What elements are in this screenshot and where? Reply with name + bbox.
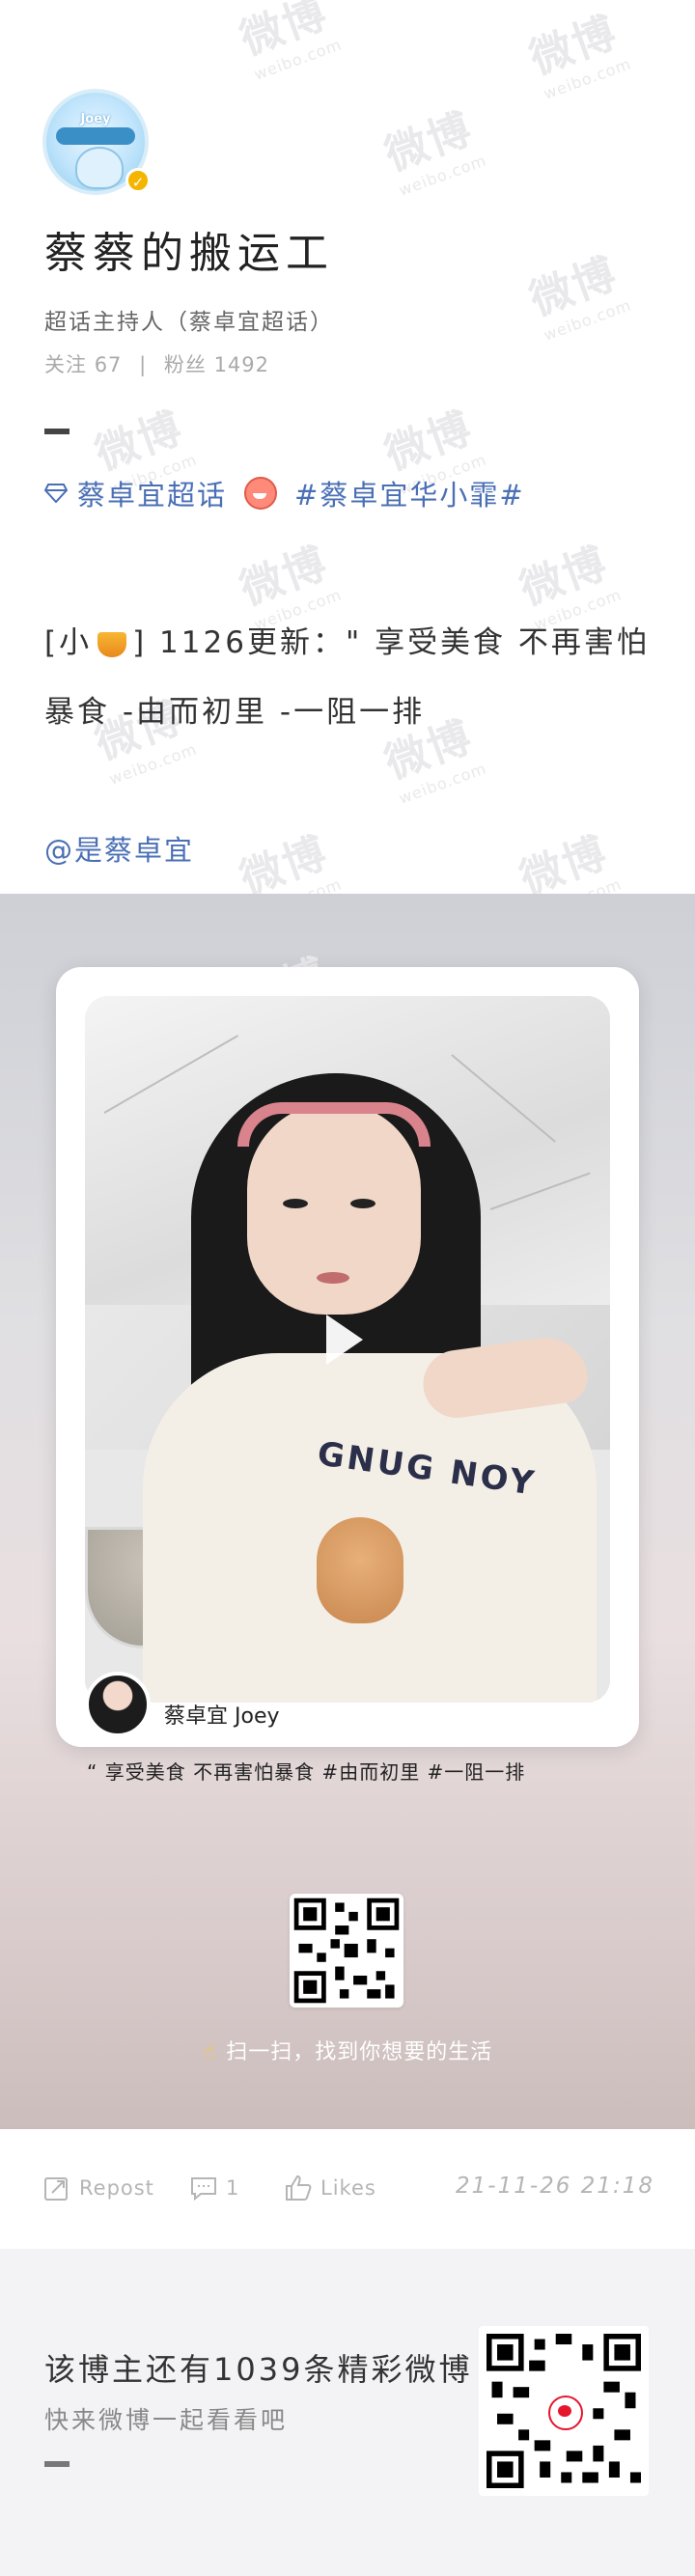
thumbs-up-icon [286, 2174, 312, 2201]
action-bar: Repost 1 Likes 21-11-26 21:18 [0, 2129, 695, 2249]
scan-text: 扫一扫，找到你想要的生活 [226, 2040, 493, 2064]
footer-title: 该博主还有1039条精彩微博 [44, 2351, 473, 2388]
mention-link[interactable]: @是蔡卓宜 [44, 828, 194, 869]
laugh-emoji-icon [244, 477, 278, 510]
repost-button[interactable]: Repost [42, 2174, 154, 2202]
weibo-logo-icon [548, 2396, 583, 2430]
play-icon[interactable] [326, 1315, 363, 1365]
comment-count: 1 [226, 2176, 240, 2200]
card-caption: “ 享受美食 不再害怕暴食 #由而初里 #一阻一排 [87, 1760, 526, 1784]
comment-button[interactable]: 1 [189, 2174, 239, 2202]
watermark: 微博weibo.com [378, 103, 489, 200]
follow-count: 67 [94, 353, 123, 376]
card-avatar[interactable] [85, 1672, 151, 1737]
watermark: 微博weibo.com [523, 7, 634, 103]
bear-graphic [317, 1517, 403, 1623]
qr-code-icon [290, 1894, 403, 2008]
avatar-label: Joey [80, 112, 111, 126]
comment-icon [191, 2177, 216, 2202]
post-text-body: ] 1126更新：" 享受美食 不再害怕暴食 -由而初里 -一阻一排 [44, 625, 650, 730]
video-share-section: 微博weibo.com 微博weibo.com GNUG NOY 蔡卓宜 Joe… [0, 894, 695, 2129]
likes-label: Likes [320, 2176, 376, 2200]
card-author[interactable]: 蔡卓宜 Joey [85, 1672, 280, 1737]
left-eye [283, 1199, 308, 1208]
mascot-icon [75, 147, 124, 189]
video-card[interactable]: GNUG NOY 蔡卓宜 Joey “ 享受美食 不再害怕暴食 #由而初里 #一… [56, 967, 639, 1784]
fans-label: 粉丝 [163, 353, 207, 376]
avatar-logo-banner [56, 127, 135, 145]
username[interactable]: 蔡蔡的搬运工 [44, 218, 334, 280]
watermark: 微博weibo.com [234, 0, 345, 84]
fans-count: 1492 [213, 353, 270, 376]
cake-emoji-icon [97, 631, 127, 657]
user-stats: 关注 67 | 粉丝 1492 [44, 349, 269, 378]
super-topic-link[interactable]: 蔡卓宜超话 [77, 473, 227, 513]
scan-hint: ☝ 扫一扫，找到你想要的生活 [0, 2035, 695, 2065]
hashtag-link[interactable]: #蔡卓宜华小霏# [294, 473, 525, 513]
watermark: 微博weibo.com [523, 248, 634, 345]
topic-line: 蔡卓宜超话 #蔡卓宜华小霏# [44, 473, 525, 513]
footer-subtitle: 快来微博一起看看吧 [44, 2406, 289, 2434]
stats-divider: | [139, 353, 148, 376]
post-datetime: 21-11-26 21:18 [456, 2174, 654, 2199]
repost-icon [44, 2177, 68, 2201]
super-topic-icon [44, 484, 68, 503]
verified-badge-icon: ✓ [125, 168, 151, 193]
card-author-name[interactable]: 蔡卓宜 Joey [164, 1699, 280, 1730]
divider [44, 2461, 70, 2467]
right-eye [350, 1199, 375, 1208]
post-text: [小] 1126更新：" 享受美食 不再害怕暴食 -由而初里 -一阻一排 [44, 608, 653, 747]
lips [317, 1272, 349, 1284]
footer-qr-code [479, 2326, 649, 2496]
follow-label: 关注 [44, 353, 87, 376]
footer-promo: 该博主还有1039条精彩微博 快来微博一起看看吧 [0, 2249, 695, 2576]
user-role: 超话主持人（蔡卓宜超话） [44, 310, 334, 335]
repost-label: Repost [79, 2176, 154, 2200]
post-text-prefix: [小 [44, 625, 93, 660]
like-button[interactable]: Likes [284, 2174, 376, 2202]
headband [237, 1102, 431, 1147]
hand-point-icon: ☝ [202, 2040, 217, 2064]
divider [44, 429, 70, 434]
video-thumbnail[interactable]: GNUG NOY [85, 996, 610, 1703]
